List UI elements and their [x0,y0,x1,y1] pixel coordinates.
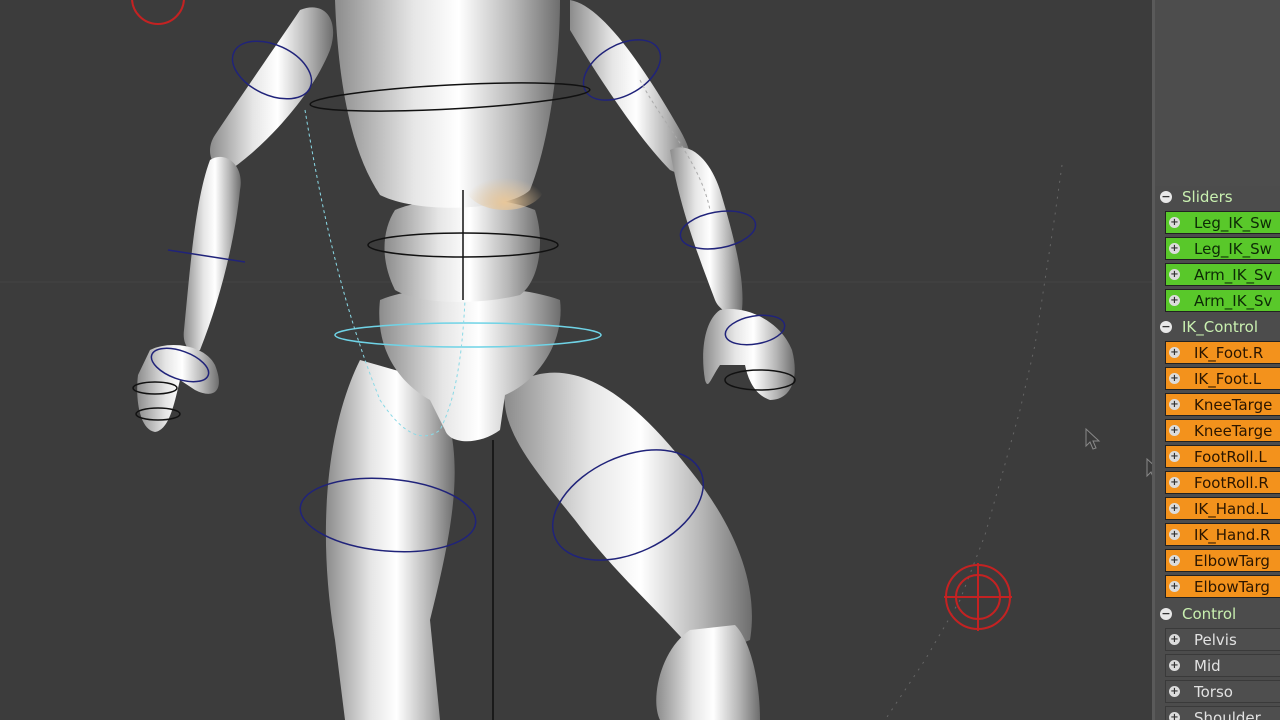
bone-item-label: IK_Hand.R [1194,525,1271,544]
bone-item-label: Leg_IK_Sw [1194,213,1272,232]
group-label: Control [1182,605,1237,623]
bone-item-label: ElbowTarg [1194,551,1270,570]
expand-icon[interactable]: + [1169,581,1180,592]
target-marker-top[interactable] [131,0,185,25]
group-header-sliders[interactable]: − Sliders [1155,185,1280,209]
bone-item-label: Arm_IK_Sv [1194,265,1273,284]
group-header-control[interactable]: − Control [1155,602,1280,626]
bone-item[interactable]: + ElbowTarg [1165,549,1280,572]
bone-item[interactable]: + Mid [1165,654,1280,677]
bone-groups-panel: − Sliders + Leg_IK_Sw + Leg_IK_Sw + Arm_IK_… [1152,0,1280,720]
bone-item-label: Shoulder [1194,708,1261,720]
bone-item[interactable]: + Torso [1165,680,1280,703]
bone-item-label: FootRoll.R [1194,473,1269,492]
bone-item-label: Torso [1194,682,1233,701]
expand-icon[interactable]: + [1169,295,1180,306]
ik-target-marker[interactable] [944,563,1012,631]
collapse-icon[interactable]: − [1160,191,1172,203]
bone-item[interactable]: + Leg_IK_Sw [1165,211,1280,234]
collapse-icon[interactable]: − [1160,608,1172,620]
bone-item[interactable]: + Arm_IK_Sv [1165,289,1280,312]
mouse-cursor-icon [1085,428,1101,450]
expand-icon[interactable]: + [1169,555,1180,566]
expand-icon[interactable]: + [1169,399,1180,410]
expand-icon[interactable]: + [1169,451,1180,462]
bone-item[interactable]: + KneeTarge [1165,419,1280,442]
expand-icon[interactable]: + [1169,373,1180,384]
expand-icon[interactable]: + [1169,712,1180,720]
bone-item-label: KneeTarge [1194,421,1273,440]
bone-item-label: Pelvis [1194,630,1237,649]
bone-item-label: FootRoll.L [1194,447,1267,466]
expand-icon[interactable]: + [1169,347,1180,358]
bone-item[interactable]: + KneeTarge [1165,393,1280,416]
bone-item[interactable]: + Shoulder [1165,706,1280,720]
expand-icon[interactable]: + [1169,529,1180,540]
expand-icon[interactable]: + [1169,217,1180,228]
viewport-scene[interactable] [0,0,1152,720]
group-header-ik-control[interactable]: − IK_Control [1155,315,1280,339]
expand-icon[interactable]: + [1169,269,1180,280]
bone-item[interactable]: + IK_Hand.R [1165,523,1280,546]
expand-icon[interactable]: + [1169,425,1180,436]
bone-item[interactable]: + IK_Foot.R [1165,341,1280,364]
bone-item-label: IK_Foot.R [1194,343,1264,362]
panel-top-area [1155,0,1280,186]
expand-icon[interactable]: + [1169,686,1180,697]
expand-icon[interactable]: + [1169,634,1180,645]
bone-item-label: Leg_IK_Sw [1194,239,1272,258]
bone-item[interactable]: + IK_Foot.L [1165,367,1280,390]
bone-item[interactable]: + Arm_IK_Sv [1165,263,1280,286]
expand-icon[interactable]: + [1169,477,1180,488]
bone-item[interactable]: + Leg_IK_Sw [1165,237,1280,260]
bone-item-label: Mid [1194,656,1221,675]
bone-item-label: KneeTarge [1194,395,1273,414]
bone-item-label: IK_Hand.L [1194,499,1269,518]
group-label: IK_Control [1182,318,1258,336]
expand-icon[interactable]: + [1169,660,1180,671]
bone-chain-dotted [884,164,1063,720]
bone-item[interactable]: + FootRoll.L [1165,445,1280,468]
group-label: Sliders [1182,188,1233,206]
bone-item-label: ElbowTarg [1194,577,1270,596]
expand-icon[interactable]: + [1169,243,1180,254]
bone-item[interactable]: + IK_Hand.L [1165,497,1280,520]
expand-icon[interactable]: + [1169,503,1180,514]
bone-item[interactable]: + Pelvis [1165,628,1280,651]
collapse-icon[interactable]: − [1160,321,1172,333]
3d-viewport[interactable] [0,0,1152,720]
bone-item-label: IK_Foot.L [1194,369,1262,388]
bone-item[interactable]: + ElbowTarg [1165,575,1280,598]
bone-item[interactable]: + FootRoll.R [1165,471,1280,494]
bone-item-label: Arm_IK_Sv [1194,291,1273,310]
